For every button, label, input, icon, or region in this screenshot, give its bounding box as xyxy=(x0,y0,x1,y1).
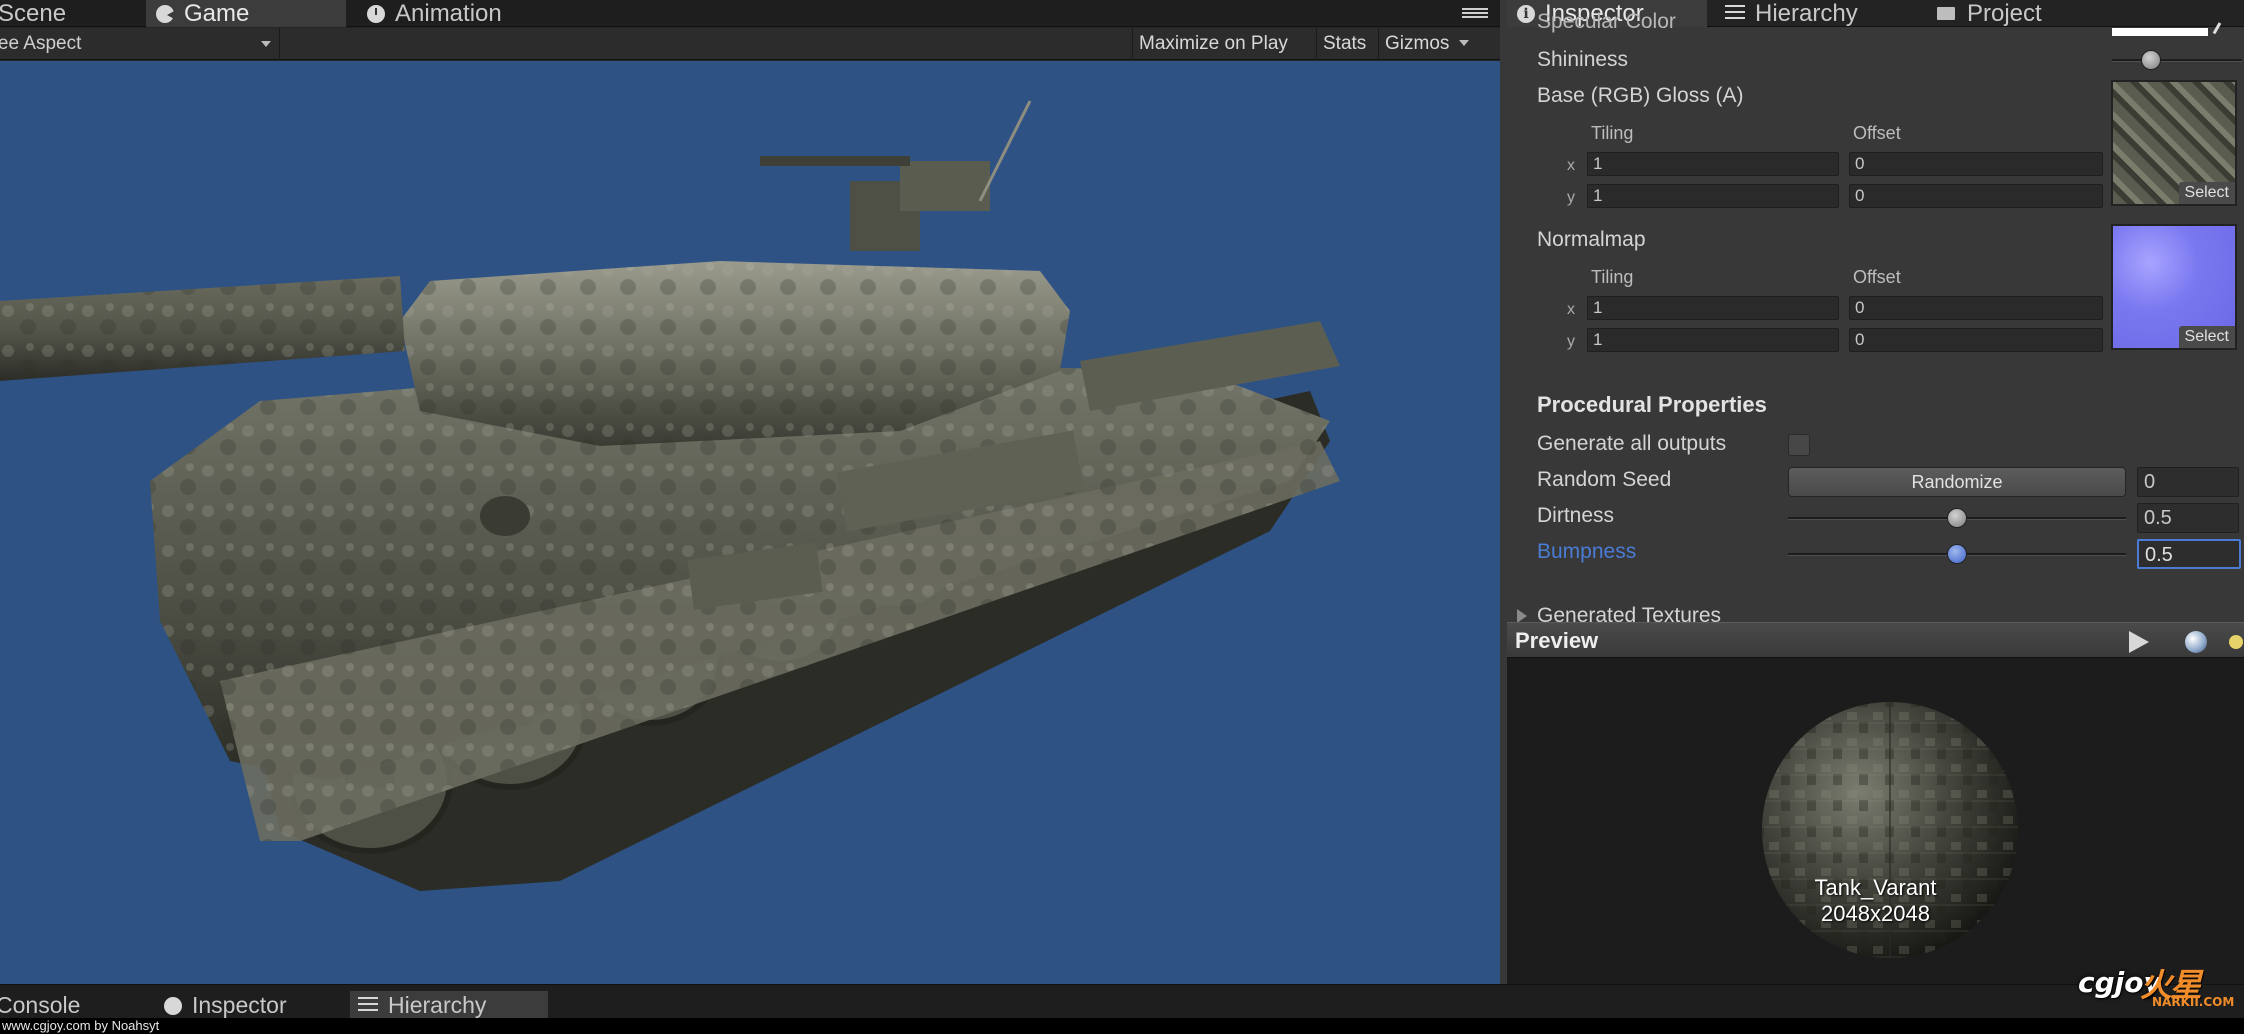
dirtness-slider-knob[interactable] xyxy=(1947,508,1967,528)
clock-icon xyxy=(367,5,385,23)
stats-label: Stats xyxy=(1323,33,1367,54)
tab-animation[interactable]: Animation xyxy=(357,0,587,27)
tab-game-label: Game xyxy=(184,0,250,27)
normal-y-label: y xyxy=(1567,333,1575,350)
base-texture-label: Base (RGB) Gloss (A) xyxy=(1537,84,1744,107)
normal-tiling-y-field[interactable]: 1 xyxy=(1587,328,1839,352)
base-offset-y-field[interactable]: 0 xyxy=(1849,184,2103,208)
preview-asset-size: 2048x2048 xyxy=(1821,901,1930,926)
normal-select-button[interactable]: Select xyxy=(2178,326,2235,348)
maximize-label: Maximize on Play xyxy=(1139,33,1288,54)
base-tiling-y-field[interactable]: 1 xyxy=(1587,184,1839,208)
chevron-down-icon xyxy=(261,41,271,47)
preview-panel: Preview Tank_Varant 2048x2048 xyxy=(1507,622,2244,984)
tab-animation-label: Animation xyxy=(395,0,502,27)
normal-offset-x-field[interactable]: 0 xyxy=(1849,296,2103,320)
base-tiling-x-field[interactable]: 1 xyxy=(1587,152,1839,176)
base-select-button[interactable]: Select xyxy=(2178,182,2235,204)
generate-outputs-label: Generate all outputs xyxy=(1537,432,1727,455)
sphere-preview-icon[interactable] xyxy=(2185,631,2207,653)
generate-outputs-checkbox[interactable] xyxy=(1788,434,1810,456)
panel-menu-icon[interactable] xyxy=(1462,8,1488,20)
shininess-slider[interactable] xyxy=(2112,59,2242,62)
unity-editor: Scene Game Animation Free Aspect Maximiz… xyxy=(0,0,2244,1034)
inspector-panel: Inspector Hierarchy Project Specular Col… xyxy=(1507,0,2244,622)
random-seed-field[interactable]: 0 xyxy=(2137,467,2239,497)
game-toolbar: Free Aspect Maximize on Play Stats Gizmo… xyxy=(0,28,1500,60)
list-icon xyxy=(1725,5,1745,21)
bumpness-label: Bumpness xyxy=(1537,540,1637,563)
folder-icon xyxy=(1937,7,1955,20)
tab-console[interactable]: Console xyxy=(0,991,138,1019)
base-tiling-label: Tiling xyxy=(1591,123,1634,143)
normalmap-label: Normalmap xyxy=(1537,228,1646,251)
tab-hierarchy[interactable]: Hierarchy xyxy=(1715,0,1915,27)
tab-game[interactable]: Game xyxy=(146,0,346,27)
pacman-icon xyxy=(156,5,176,23)
normal-offset-label: Offset xyxy=(1853,267,1901,287)
light-icon[interactable] xyxy=(2229,635,2243,649)
normal-tiling-label: Tiling xyxy=(1591,267,1634,287)
tab-project-label: Project xyxy=(1967,0,2042,27)
gizmos-dropdown[interactable]: Gizmos xyxy=(1378,28,1475,60)
tab-scene-label: Scene xyxy=(0,0,67,27)
game-viewport[interactable] xyxy=(0,61,1500,984)
aspect-label: Free Aspect xyxy=(0,33,82,54)
tab-console-label: Console xyxy=(0,992,81,1018)
tab-inspector-bottom-label: Inspector xyxy=(192,992,287,1018)
specular-color-swatch[interactable] xyxy=(2112,28,2208,36)
list-icon xyxy=(358,997,378,1013)
generated-textures-label[interactable]: Generated Textures xyxy=(1537,604,1721,622)
random-seed-label: Random Seed xyxy=(1537,468,1672,491)
specular-color-label: Specular Color xyxy=(1537,10,1676,33)
preview-asset-name: Tank_Varant xyxy=(1814,875,1937,900)
foldout-arrow-icon[interactable] xyxy=(1517,609,1527,622)
info-icon xyxy=(164,997,182,1015)
aspect-dropdown[interactable]: Free Aspect xyxy=(0,28,280,60)
normal-x-label: x xyxy=(1567,301,1575,318)
credit-text: www.cgjoy.com by Noahsyt xyxy=(2,1018,160,1033)
maximize-on-play-button[interactable]: Maximize on Play xyxy=(1132,28,1294,60)
tab-hierarchy-bottom[interactable]: Hierarchy xyxy=(350,991,548,1019)
game-view-panel: Scene Game Animation Free Aspect Maximiz… xyxy=(0,0,1500,984)
tab-inspector-bottom[interactable]: Inspector xyxy=(156,991,356,1019)
dirtness-label: Dirtness xyxy=(1537,504,1615,527)
randomize-label: Randomize xyxy=(1911,472,2003,492)
bumpness-slider-knob[interactable] xyxy=(1947,544,1967,564)
shininess-slider-knob[interactable] xyxy=(2141,50,2161,70)
base-texture-thumbnail[interactable]: Select xyxy=(2111,80,2237,206)
info-icon xyxy=(1517,5,1535,23)
base-x-label: x xyxy=(1567,157,1575,174)
normalmap-thumbnail[interactable]: Select xyxy=(2111,224,2237,350)
dirtness-field[interactable]: 0.5 xyxy=(2137,503,2239,533)
credit-bar: www.cgjoy.com by Noahsyt xyxy=(0,1018,2244,1034)
tab-hierarchy-label: Hierarchy xyxy=(1755,0,1858,27)
preview-title: Preview xyxy=(1515,628,1599,653)
base-y-label: y xyxy=(1567,189,1575,206)
gizmos-label: Gizmos xyxy=(1385,33,1450,54)
material-preview-sphere[interactable] xyxy=(1507,658,2244,984)
bumpness-field[interactable]: 0.5 xyxy=(2137,539,2241,569)
base-offset-label: Offset xyxy=(1853,123,1901,143)
watermark-sub: NARKII.COM xyxy=(2152,995,2235,1009)
base-offset-x-field[interactable]: 0 xyxy=(1849,152,2103,176)
normal-tiling-x-field[interactable]: 1 xyxy=(1587,296,1839,320)
procedural-properties-title: Procedural Properties xyxy=(1537,392,1767,417)
stats-button[interactable]: Stats xyxy=(1316,28,1372,60)
preview-header: Preview xyxy=(1507,622,2244,658)
normal-offset-y-field[interactable]: 0 xyxy=(1849,328,2103,352)
tab-project[interactable]: Project xyxy=(1927,0,2127,27)
tab-hierarchy-bottom-label: Hierarchy xyxy=(388,992,487,1018)
tab-scene[interactable]: Scene xyxy=(0,0,138,27)
chevron-down-icon xyxy=(1459,40,1470,46)
play-icon[interactable] xyxy=(2129,631,2149,653)
shininess-label: Shininess xyxy=(1537,48,1629,71)
randomize-button[interactable]: Randomize xyxy=(1788,467,2126,497)
tank-model xyxy=(0,100,1340,891)
game-tabbar: Scene Game Animation xyxy=(0,0,1500,27)
